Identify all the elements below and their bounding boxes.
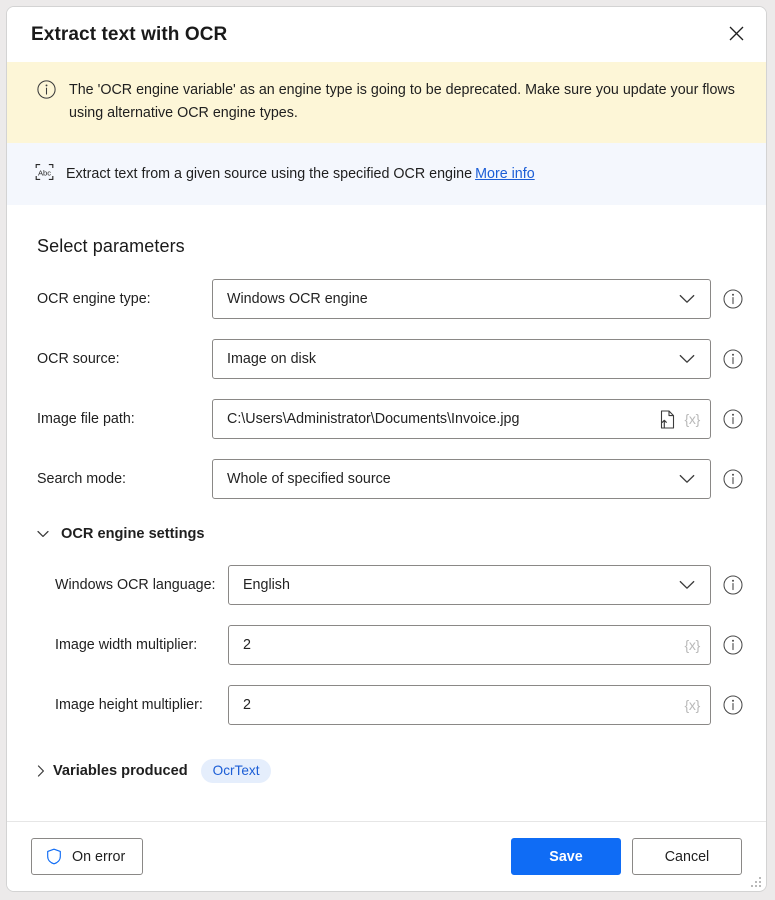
warning-message: The 'OCR engine variable' as an engine t… — [69, 82, 735, 121]
more-info-link[interactable]: More info — [475, 166, 535, 182]
chevron-right-icon — [37, 765, 53, 777]
variable-token-icon[interactable]: {x} — [685, 637, 701, 653]
parameter-fields: OCR engine type: Windows OCR engine OCR so… — [7, 279, 766, 499]
info-tooltip-icon[interactable] — [723, 349, 743, 369]
field-label: Image width multiplier: — [55, 637, 198, 653]
dropdown-control[interactable]: Image on disk — [212, 339, 711, 379]
field-label: Windows OCR language: — [55, 577, 216, 593]
field-value[interactable]: C:\Users\Administrator\Documents\Invoice… — [213, 411, 659, 427]
field-row: OCR source: Image on disk — [7, 339, 766, 379]
field-row: Windows OCR language: English — [7, 565, 766, 605]
text-input-control[interactable]: 2 {x} — [228, 625, 711, 665]
shield-icon — [46, 848, 62, 865]
field-adornments: {x} — [685, 637, 710, 653]
field-label: Image file path: — [37, 411, 135, 427]
chevron-down-icon — [37, 530, 53, 538]
chevron-down-icon — [679, 474, 710, 484]
engine-settings-fields: Windows OCR language: English Image width … — [7, 565, 766, 725]
deprecation-warning-banner: The 'OCR engine variable' as an engine t… — [7, 62, 766, 143]
resize-grip[interactable] — [749, 875, 762, 888]
variable-pill-ocrtext[interactable]: OcrText — [200, 758, 272, 784]
close-button[interactable] — [714, 13, 758, 53]
info-tooltip-icon[interactable] — [723, 469, 743, 489]
dropdown-control[interactable]: Windows OCR engine — [212, 279, 711, 319]
description-label: Extract text from a given source using t… — [66, 166, 473, 182]
field-label: OCR source: — [37, 351, 120, 367]
footer-actions: Save Cancel — [511, 838, 742, 875]
dialog-footer: On error Save Cancel — [7, 821, 766, 891]
group-title: OCR engine settings — [61, 526, 205, 542]
dialog-window: Extract text with OCR The 'OCR engine va… — [6, 6, 767, 892]
save-button[interactable]: Save — [511, 838, 621, 875]
field-adornments: {x} — [659, 409, 710, 429]
field-row: Image height multiplier: 2 {x} — [7, 685, 766, 725]
variable-token-icon[interactable]: {x} — [685, 411, 701, 427]
field-label: OCR engine type: — [37, 291, 151, 307]
field-row: Image width multiplier: 2 {x} — [7, 625, 766, 665]
dropdown-control[interactable]: English — [228, 565, 711, 605]
title-bar: Extract text with OCR — [7, 7, 766, 62]
text-input-control[interactable]: 2 {x} — [228, 685, 711, 725]
cancel-button[interactable]: Cancel — [632, 838, 742, 875]
info-tooltip-icon[interactable] — [723, 409, 743, 429]
on-error-button[interactable]: On error — [31, 838, 144, 875]
text-input-control[interactable]: C:\Users\Administrator\Documents\Invoice… — [212, 399, 711, 439]
variable-token-icon[interactable]: {x} — [685, 697, 701, 713]
svg-text:Abc: Abc — [38, 168, 51, 177]
info-tooltip-icon[interactable] — [723, 695, 743, 715]
field-label: Search mode: — [37, 471, 127, 487]
group-header-ocr-engine-settings[interactable]: OCR engine settings — [7, 523, 766, 545]
on-error-label: On error — [72, 848, 126, 865]
field-value[interactable]: 2 — [229, 637, 685, 653]
field-value[interactable]: Whole of specified source — [213, 471, 679, 487]
field-row: OCR engine type: Windows OCR engine — [7, 279, 766, 319]
info-tooltip-icon[interactable] — [723, 635, 743, 655]
action-description-banner: Abc Extract text from a given source usi… — [7, 143, 766, 205]
info-tooltip-icon[interactable] — [723, 289, 743, 309]
info-tooltip-icon[interactable] — [723, 575, 743, 595]
field-value[interactable]: Image on disk — [213, 351, 679, 367]
field-value[interactable]: English — [229, 577, 679, 593]
section-heading: Select parameters — [37, 236, 185, 256]
field-row: Search mode: Whole of specified source — [7, 459, 766, 499]
info-circle-icon — [37, 80, 56, 104]
field-row: Image file path: C:\Users\Administrator\D… — [7, 399, 766, 439]
chevron-down-icon — [679, 580, 710, 590]
chevron-down-icon — [679, 354, 710, 364]
variables-produced-label: Variables produced — [53, 763, 188, 779]
field-value[interactable]: 2 — [229, 697, 685, 713]
close-icon — [729, 26, 743, 40]
parameters-panel: Select parameters OCR engine type: Window… — [7, 205, 766, 821]
field-label: Image height multiplier: — [55, 697, 203, 713]
dropdown-control[interactable]: Whole of specified source — [212, 459, 711, 499]
field-value[interactable]: Windows OCR engine — [213, 291, 679, 307]
page-title: Extract text with OCR — [31, 23, 228, 45]
description-text: Extract text from a given source using t… — [66, 164, 535, 184]
field-adornments: {x} — [685, 697, 710, 713]
chevron-down-icon — [679, 294, 710, 304]
file-upload-icon[interactable] — [659, 409, 676, 429]
variables-produced-row[interactable]: Variables produced OcrText — [7, 758, 766, 784]
ocr-abc-icon: Abc — [34, 163, 55, 186]
